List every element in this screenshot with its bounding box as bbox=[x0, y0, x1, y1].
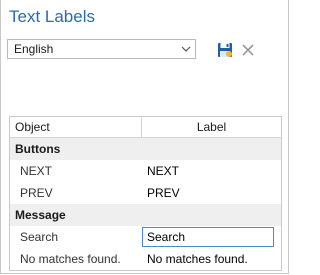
grid-header: Object Label bbox=[10, 117, 281, 138]
table-row[interactable]: NEXT NEXT bbox=[10, 160, 281, 182]
language-dropdown[interactable]: English bbox=[7, 39, 196, 59]
label-cell[interactable]: PREV bbox=[142, 186, 281, 200]
table-row[interactable]: No matches found. No matches found. bbox=[10, 248, 281, 270]
column-header-label[interactable]: Label bbox=[142, 117, 281, 137]
object-cell: PREV bbox=[20, 186, 53, 200]
object-cell: Search bbox=[20, 230, 59, 244]
object-cell: NEXT bbox=[20, 164, 53, 178]
chevron-down-icon bbox=[181, 46, 191, 52]
column-header-object[interactable]: Object bbox=[10, 117, 142, 137]
label-edit-input[interactable] bbox=[142, 227, 274, 247]
object-cell: No matches found. bbox=[20, 252, 121, 266]
label-cell[interactable]: No matches found. bbox=[142, 252, 281, 266]
group-header-buttons[interactable]: Buttons bbox=[10, 138, 281, 160]
table-row[interactable]: PREV PREV bbox=[10, 182, 281, 204]
group-header-message[interactable]: Message bbox=[10, 204, 281, 226]
text-labels-panel: Text Labels English Object Label Buttons… bbox=[0, 0, 289, 274]
label-cell[interactable]: NEXT bbox=[142, 164, 281, 178]
labels-grid: Object Label Buttons NEXT NEXT PREV PREV… bbox=[9, 116, 282, 271]
table-row[interactable]: Search bbox=[10, 226, 281, 248]
save-icon[interactable] bbox=[217, 42, 233, 58]
panel-title: Text Labels bbox=[9, 7, 95, 26]
language-dropdown-value: English bbox=[14, 42, 54, 56]
close-icon[interactable] bbox=[240, 42, 256, 58]
